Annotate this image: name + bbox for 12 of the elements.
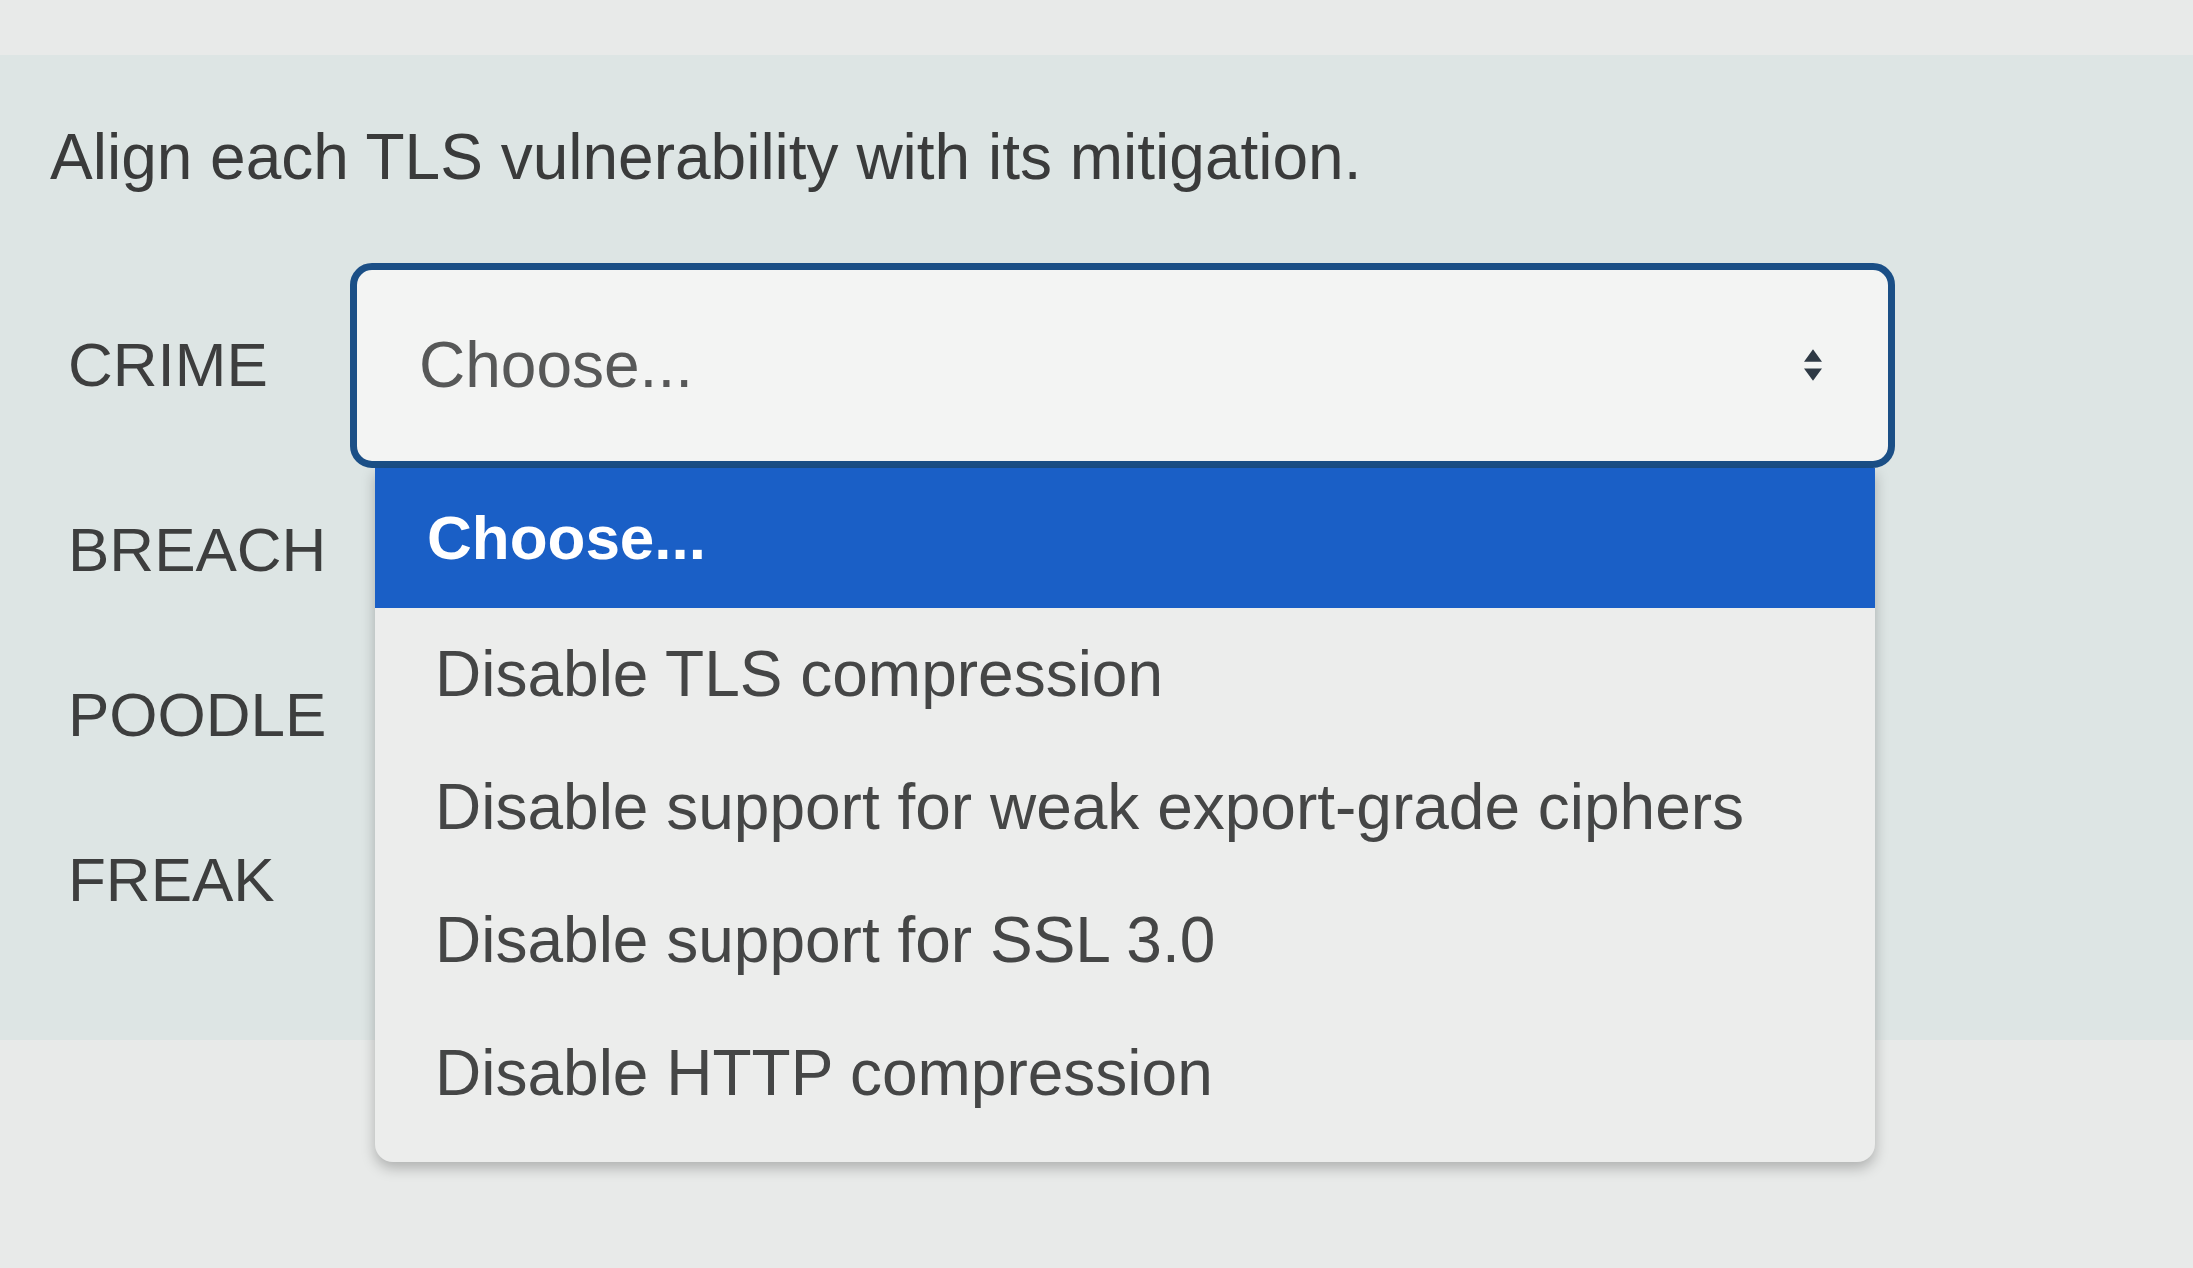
dropdown-option[interactable]: Disable support for SSL 3.0	[375, 873, 1875, 1007]
up-down-arrows-icon	[1804, 349, 1822, 382]
dropdown-option[interactable]: Disable TLS compression	[375, 607, 1875, 741]
select-field[interactable]: Choose...	[350, 262, 1895, 468]
vulnerability-label: POODLE	[67, 678, 328, 751]
question-prompt: Align each TLS vulnerability with its mitigation.	[50, 121, 1362, 195]
dropdown-option[interactable]: Disable support for weak export-grade ciphers	[375, 740, 1875, 874]
vulnerability-label: CRIME	[67, 328, 269, 401]
vulnerability-label: FREAK	[67, 843, 276, 916]
dropdown-option[interactable]: Choose...	[375, 467, 1875, 608]
dropdown-option[interactable]: Disable HTTP compression	[375, 1006, 1875, 1140]
vulnerability-label: BREACH	[67, 513, 328, 586]
